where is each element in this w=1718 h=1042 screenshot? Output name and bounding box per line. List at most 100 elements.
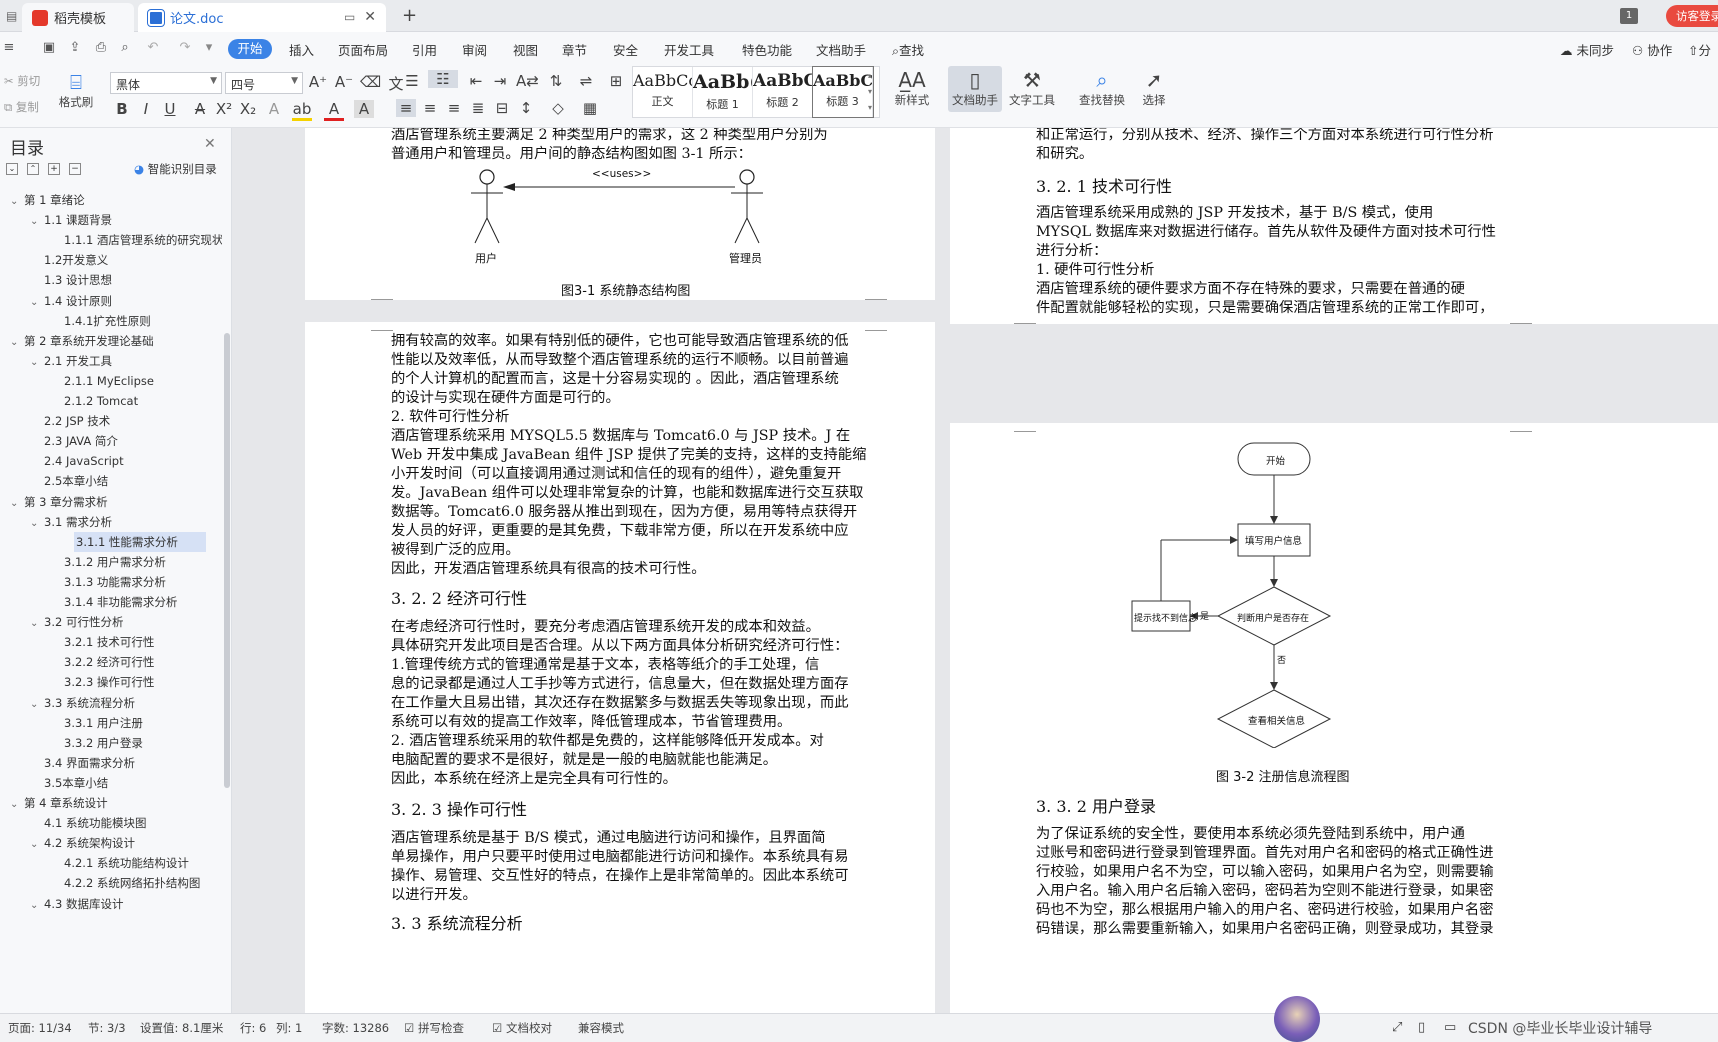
toc-item[interactable]: 3.1.3 功能需求分析 (6, 572, 222, 592)
clear-format-icon[interactable]: ⌫ (360, 73, 381, 91)
copy-button[interactable]: ⧉ 复制 (4, 99, 39, 115)
chevron-down-icon[interactable]: ⌄ (30, 835, 44, 853)
page-view-icon[interactable]: ▯ (1418, 1020, 1425, 1035)
decrease-indent-icon[interactable]: ⇤ (466, 72, 486, 90)
toc-item[interactable]: 2.1.1 MyEclipse (6, 371, 222, 391)
bold-icon[interactable]: B (112, 100, 132, 118)
chevron-down-icon[interactable]: ⌄ (30, 212, 44, 230)
toc-item[interactable]: 1.2开发意义 (6, 250, 222, 270)
style-heading2[interactable]: AaBbC 标题 2 (753, 67, 813, 117)
select-button[interactable]: ➚ 选择 (1136, 68, 1172, 108)
toc-item[interactable]: 2.5本章小结 (6, 471, 222, 491)
toc-item[interactable]: 1.4.1扩充性原则 (6, 311, 222, 331)
border-icon[interactable]: ▦ (580, 99, 600, 117)
cut-button[interactable]: ✂ 剪切 (4, 73, 40, 89)
print-preview-icon[interactable]: ⌕ (116, 40, 134, 58)
sync-status[interactable]: ☁ 未同步 (1560, 40, 1614, 59)
font-size-select[interactable]: 四号 ▼ (225, 72, 303, 94)
underline-icon[interactable]: U (160, 100, 180, 118)
toc-item[interactable]: 1.1.1 酒店管理系统的研究现状 (6, 230, 222, 250)
monitor-icon[interactable]: ▭ (344, 10, 355, 24)
menu-insert[interactable]: 插入 (289, 40, 314, 59)
toc-item[interactable]: ⌄ 4.3 数据库设计 (6, 894, 222, 914)
undo-icon[interactable]: ↶ (144, 40, 162, 58)
more-icon[interactable]: ▾ (200, 40, 218, 58)
char-shading-icon[interactable]: A (354, 100, 374, 118)
share-button[interactable]: ⇧分 (1688, 40, 1711, 59)
chevron-down-icon[interactable]: ⌄ (30, 896, 44, 914)
sort-icon[interactable]: ⇅ (546, 72, 566, 90)
styles-scroll[interactable]: ▴ ▾ ▾ (868, 68, 878, 116)
toc-item[interactable]: 3.1.1 性能需求分析 (74, 531, 206, 552)
toc-item[interactable]: 3.3.1 用户注册 (6, 713, 222, 733)
chevron-down-icon[interactable]: ⌄ (30, 614, 44, 632)
toc-item[interactable]: 3.2.2 经济可行性 (6, 652, 222, 672)
redo-icon[interactable]: ↷ (176, 40, 194, 58)
toc-item[interactable]: ⌄ 3.3 系统流程分析 (6, 693, 222, 713)
menu-search[interactable]: ⌕查找 (892, 40, 924, 59)
doc-helper-button[interactable]: ▯ 文档助手 (948, 66, 1002, 112)
menu-developer[interactable]: 开发工具 (664, 40, 714, 59)
toc-item[interactable]: 3.4 界面需求分析 (6, 753, 222, 773)
toc-item[interactable]: 2.4 JavaScript (6, 451, 222, 471)
bullet-list-icon[interactable]: ☰ (402, 72, 422, 90)
text-tools-button[interactable]: ⚒ 文字工具 (1006, 68, 1058, 108)
toc-item[interactable]: 3.1.4 非功能需求分析 (6, 592, 222, 612)
find-replace-button[interactable]: ⌕ 查找替换 (1074, 68, 1130, 108)
toc-item[interactable]: 4.2.1 系统功能结构设计 (6, 853, 222, 873)
login-button[interactable]: 访客登录 (1666, 5, 1718, 27)
chevron-down-icon[interactable]: ⌄ (10, 333, 24, 351)
close-panel-icon[interactable]: ✕ (204, 136, 216, 152)
toc-item[interactable]: 4.2.2 系统网络拓扑结构图 (6, 873, 222, 893)
italic-icon[interactable]: I (136, 100, 156, 118)
web-view-icon[interactable]: ▭ (1444, 1020, 1456, 1035)
toc-item[interactable]: 2.3 JAVA 简介 (6, 431, 222, 451)
menu-features[interactable]: 特色功能 (742, 40, 792, 59)
toc-item[interactable]: ⌄ 1.1 课题背景 (6, 210, 222, 230)
style-normal[interactable]: AaBbCcI正文 (633, 67, 693, 117)
new-style-button[interactable]: A̲A 新样式 (886, 68, 938, 108)
fullscreen-icon[interactable]: ⤢ (1392, 1020, 1402, 1035)
increase-indent-icon[interactable]: ⇥ (490, 72, 510, 90)
chevron-down-icon[interactable]: ⌄ (30, 353, 44, 371)
toc-item[interactable]: 3.2.1 技术可行性 (6, 632, 222, 652)
toc-item[interactable]: ⌄ 第 2 章系统开发理论基础 (6, 331, 222, 351)
collaborate-button[interactable]: ⚇ 协作 (1632, 40, 1672, 59)
line-spacing-icon[interactable]: ↕ (516, 99, 536, 117)
chevron-down-icon[interactable]: ⌄ (30, 293, 44, 311)
align-right-icon[interactable]: ≡ (444, 99, 464, 117)
hamburger-menu-icon[interactable]: ≡ (0, 40, 18, 58)
text-effect-icon[interactable]: A (264, 100, 284, 118)
numbered-list-icon[interactable]: ☷ (428, 70, 458, 88)
proofread-button[interactable]: ☑ 文档校对 (492, 1020, 552, 1036)
menu-review[interactable]: 审阅 (462, 40, 487, 59)
toc-item[interactable]: 3.5本章小结 (6, 773, 222, 793)
grow-font-icon[interactable]: A⁺ (308, 73, 328, 91)
toc-scrollbar[interactable] (224, 333, 230, 788)
print-icon[interactable]: ⎙ (92, 40, 110, 58)
tab-document[interactable]: 论文.doc ▭ ✕ (138, 3, 386, 32)
menu-view[interactable]: 视图 (513, 40, 538, 59)
chevron-down-icon[interactable]: ⌄ (10, 494, 24, 512)
style-heading1[interactable]: AaBb(标题 1 (693, 67, 753, 117)
chevron-down-icon[interactable]: ⌄ (10, 795, 24, 813)
status-page[interactable]: 页面: 11/34 (8, 1020, 72, 1036)
menu-doc-assistant[interactable]: 文档助手 (816, 40, 866, 59)
expand-level-icon[interactable]: ⌃ (27, 163, 39, 175)
toc-item[interactable]: ⌄ 第 1 章绪论 (6, 190, 222, 210)
menu-page-layout[interactable]: 页面布局 (338, 40, 388, 59)
toc-item[interactable]: 3.2.3 操作可行性 (6, 672, 222, 692)
table-icon[interactable]: ⊞ (606, 72, 626, 90)
shrink-font-icon[interactable]: A⁻ (334, 73, 354, 91)
toc-item[interactable]: 4.1 系统功能模块图 (6, 813, 222, 833)
toc-item[interactable]: 2.2 JSP 技术 (6, 411, 222, 431)
export-icon[interactable]: ⇪ (66, 40, 84, 58)
menu-section[interactable]: 章节 (562, 40, 587, 59)
menu-grid-icon[interactable]: ▤ (6, 9, 20, 23)
show-marks-icon[interactable]: ⇌ (576, 72, 596, 90)
toc-item[interactable]: 1.3 设计思想 (6, 270, 222, 290)
toc-item[interactable]: ⌄ 4.2 系统架构设计 (6, 833, 222, 853)
toc-item[interactable]: ⌄ 2.1 开发工具 (6, 351, 222, 371)
style-heading3[interactable]: AaBbC 标题 3 (812, 66, 874, 118)
chevron-down-icon[interactable]: ⌄ (30, 695, 44, 713)
